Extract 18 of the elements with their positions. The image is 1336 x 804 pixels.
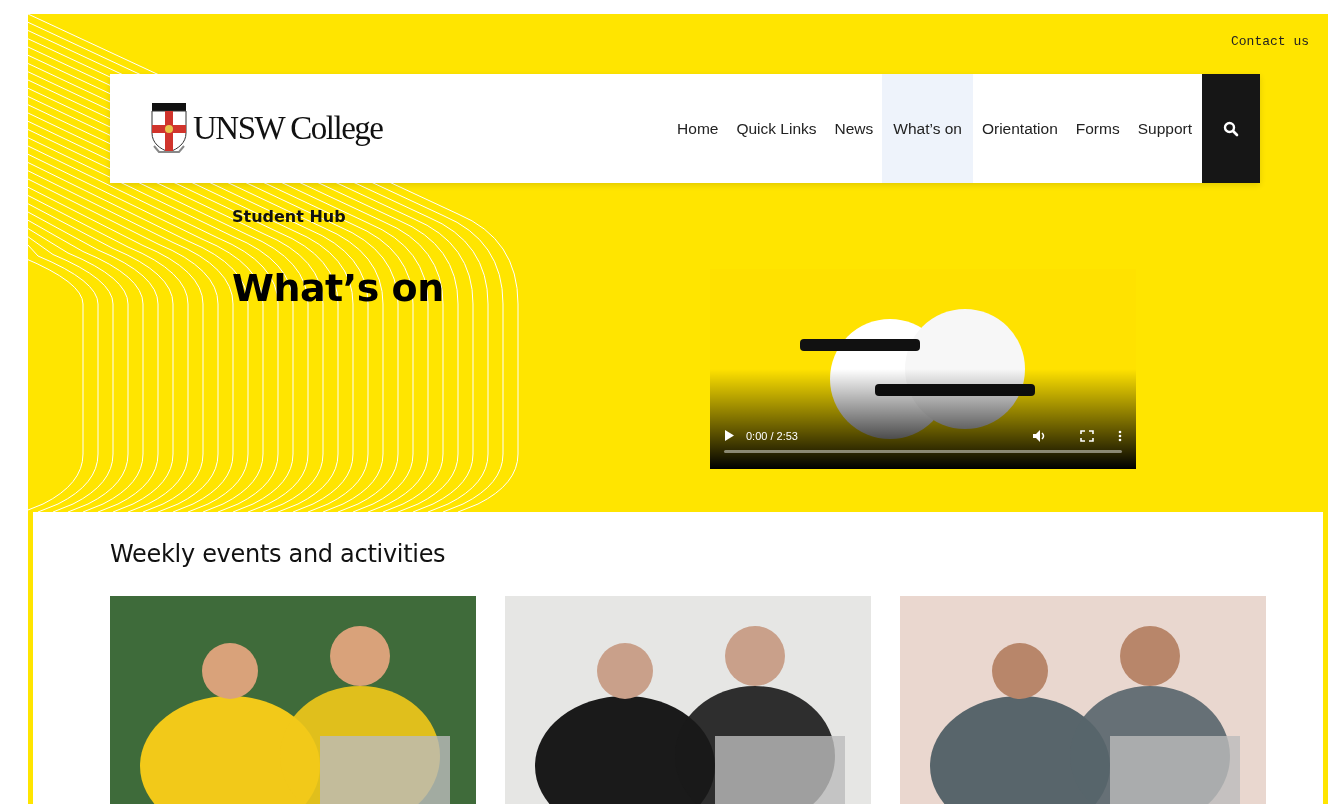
nav-link[interactable]: What’s on — [882, 74, 973, 183]
nav-link[interactable]: Orientation — [972, 74, 1067, 183]
video-time: 0:00 / 2:53 — [746, 429, 798, 442]
nav-link[interactable]: Home — [668, 74, 728, 183]
play-button[interactable] — [724, 430, 734, 441]
section-heading: Weekly events and activities — [110, 540, 447, 568]
nav-link[interactable]: Quick Links — [727, 74, 826, 183]
crest-icon — [151, 101, 187, 156]
search-icon — [1223, 120, 1239, 137]
fullscreen-button[interactable] — [1080, 429, 1094, 442]
contact-link[interactable]: Contact us — [1231, 34, 1309, 54]
logo-text[interactable]: UNSW College — [193, 110, 383, 147]
video-progress-track[interactable] — [724, 449, 1122, 453]
nav-link[interactable]: Forms — [1066, 74, 1129, 183]
nav-link[interactable]: News — [825, 74, 883, 183]
volume-button[interactable] — [1033, 429, 1046, 442]
nav-link[interactable]: Support — [1128, 74, 1201, 183]
more-button[interactable] — [1118, 429, 1122, 442]
